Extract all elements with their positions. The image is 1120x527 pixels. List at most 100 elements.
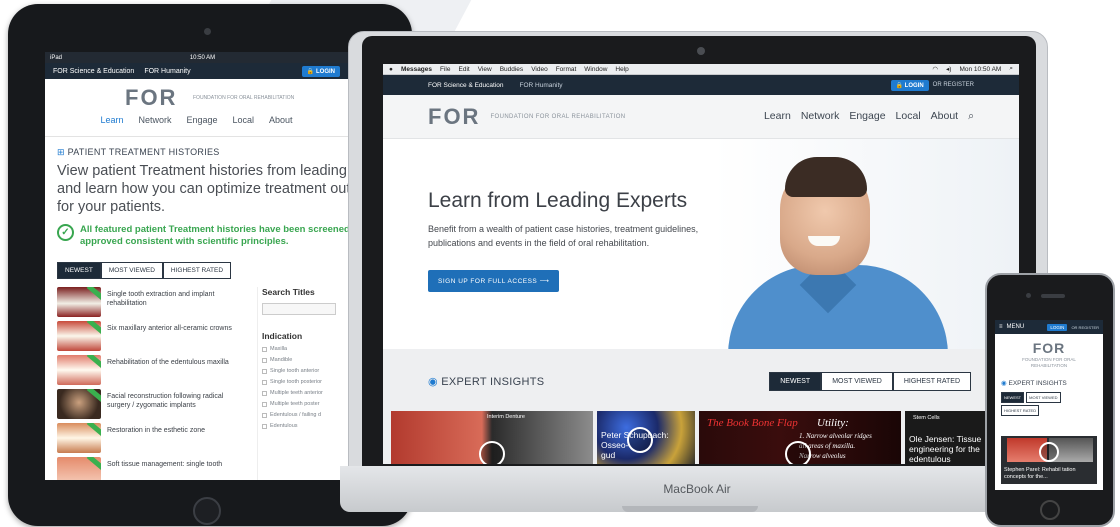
iphone-speaker bbox=[1041, 294, 1065, 298]
video-card[interactable]: Peter Schupbach: Osseo- gud bbox=[597, 411, 695, 464]
for-logo[interactable]: FOR bbox=[428, 104, 480, 130]
tab-most-viewed[interactable]: MOST VIEWED bbox=[100, 262, 163, 279]
site-link-science[interactable]: FOR Science & Education bbox=[53, 68, 134, 75]
register-link[interactable]: OR REGISTER bbox=[1071, 325, 1099, 330]
case-thumbnail bbox=[57, 389, 101, 419]
hero-banner: Learn from Leading Experts Benefit from … bbox=[383, 139, 1019, 355]
spotlight-search-icon[interactable]: ⌕ bbox=[1009, 65, 1013, 73]
filter-checkbox[interactable]: Edentulous / failing d bbox=[262, 412, 336, 418]
menu-video[interactable]: Video bbox=[531, 66, 548, 73]
ipad-home-button[interactable] bbox=[193, 497, 221, 525]
case-thumbnail bbox=[57, 355, 101, 385]
tab-most-viewed[interactable]: MOST VIEWED bbox=[1026, 392, 1061, 403]
menubar-clock[interactable]: Mon 10:50 AM bbox=[959, 66, 1001, 73]
search-titles-label: Search Titles bbox=[262, 287, 315, 297]
nav-local[interactable]: Local bbox=[233, 115, 255, 125]
hero-body: Benefit from a wealth of patient case hi… bbox=[428, 224, 699, 248]
iphone-home-button[interactable] bbox=[1040, 500, 1060, 520]
volume-icon[interactable]: ◂) bbox=[946, 65, 951, 73]
filter-checkbox[interactable]: Multiple teeth anterior bbox=[262, 390, 336, 396]
tab-most-viewed[interactable]: MOST VIEWED bbox=[821, 372, 893, 391]
search-icon[interactable]: ⌕ bbox=[968, 110, 974, 123]
menu-format[interactable]: Format bbox=[556, 66, 577, 73]
menu-file[interactable]: File bbox=[440, 66, 450, 73]
filter-checkbox[interactable]: Maxilla bbox=[262, 346, 336, 352]
login-button[interactable]: LOGIN bbox=[1047, 323, 1068, 331]
search-titles-input[interactable] bbox=[262, 303, 336, 315]
card-book-title: The Book Bone Flap bbox=[707, 417, 798, 429]
app-menu[interactable]: Messages bbox=[401, 66, 432, 73]
nav-about[interactable]: About bbox=[269, 115, 293, 125]
nav-learn[interactable]: Learn bbox=[764, 110, 791, 123]
site-topbar: FOR Science & Education FOR Humanity 🔒 L… bbox=[45, 63, 348, 79]
play-icon[interactable] bbox=[479, 441, 505, 464]
case-title: Six maxillary anterior all-ceramic crown… bbox=[107, 325, 232, 332]
menu-window[interactable]: Window bbox=[584, 66, 607, 73]
insights-title: ◉ EXPERT INSIGHTS bbox=[428, 375, 544, 388]
for-logo[interactable]: FOR bbox=[125, 85, 177, 111]
video-card[interactable]: Interim Denture bbox=[391, 411, 593, 464]
nav-learn[interactable]: Learn bbox=[100, 115, 123, 125]
insights-tabs: NEWEST MOST VIEWED HIGHEST RATED bbox=[769, 372, 971, 391]
case-title: Facial reconstruction following radical … bbox=[107, 393, 224, 409]
filter-checkbox[interactable]: Edentulous bbox=[262, 423, 336, 429]
signup-button[interactable]: SIGN UP FOR FULL ACCESS ⟶ bbox=[428, 270, 560, 292]
list-item[interactable]: Single tooth extraction and implant reha… bbox=[57, 287, 243, 321]
site-link-humanity[interactable]: FOR Humanity bbox=[520, 82, 563, 89]
register-link[interactable]: OR REGISTER bbox=[933, 82, 974, 88]
tab-newest[interactable]: NEWEST bbox=[57, 262, 101, 279]
menu-help[interactable]: Help bbox=[615, 66, 628, 73]
macbook-brand-label: MacBook Air bbox=[663, 482, 731, 496]
play-icon[interactable] bbox=[1039, 442, 1059, 462]
play-icon[interactable] bbox=[785, 441, 811, 464]
tab-newest[interactable]: NEWEST bbox=[769, 372, 822, 391]
menu-edit[interactable]: Edit bbox=[459, 66, 470, 73]
menu-label[interactable]: MENU bbox=[1007, 324, 1025, 330]
list-item[interactable]: Six maxillary anterior all-ceramic crown… bbox=[57, 321, 243, 355]
card-utility: Utility: bbox=[817, 417, 849, 429]
list-item[interactable]: Facial reconstruction following radical … bbox=[57, 389, 243, 423]
video-card[interactable]: Stephen Parel: Rehabil tation concepts f… bbox=[1001, 436, 1097, 484]
logo-subtitle: FOUNDATION FOR ORAL REHABILITATION bbox=[193, 95, 295, 101]
nav-network[interactable]: Network bbox=[138, 115, 171, 125]
history-list: Single tooth extraction and implant reha… bbox=[57, 287, 243, 480]
eye-icon: ◉ bbox=[1001, 380, 1007, 387]
ipad-screen: iPad 10:50 AM FOR Science & Education FO… bbox=[45, 52, 348, 480]
login-label: LOGIN bbox=[904, 82, 924, 89]
device-showcase: iPad 10:50 AM FOR Science & Education FO… bbox=[0, 0, 1120, 527]
tab-newest[interactable]: NEWEST bbox=[1001, 392, 1025, 403]
nav-local[interactable]: Local bbox=[896, 110, 921, 123]
menu-buddies[interactable]: Buddies bbox=[500, 66, 524, 73]
site-link-science[interactable]: FOR Science & Education bbox=[428, 82, 504, 89]
filter-checkbox[interactable]: Single tooth anterior bbox=[262, 368, 336, 374]
login-button[interactable]: 🔒 LOGIN bbox=[301, 65, 340, 77]
nav-about[interactable]: About bbox=[931, 110, 958, 123]
tab-highest-rated[interactable]: HIGHEST RATED bbox=[892, 372, 971, 391]
site-link-humanity[interactable]: FOR Humanity bbox=[144, 68, 190, 75]
approval-note: ✓ All featured patient Treatment histori… bbox=[57, 224, 348, 248]
list-item[interactable]: Soft tissue management: single tooth bbox=[57, 457, 243, 480]
nav-engage[interactable]: Engage bbox=[849, 110, 885, 123]
page-body: ⊞ PATIENT TREATMENT HISTORIES View patie… bbox=[45, 137, 348, 480]
tab-highest-rated[interactable]: HIGHEST RATED bbox=[162, 262, 232, 279]
list-item[interactable]: Rehabilitation of the edentulous maxilla bbox=[57, 355, 243, 389]
hamburger-icon[interactable]: ≡ bbox=[999, 324, 1003, 330]
ipad-camera bbox=[204, 28, 211, 35]
check-circle-icon: ✓ bbox=[57, 224, 74, 241]
filter-checkbox[interactable]: Multiple teeth poster bbox=[262, 401, 336, 407]
list-item[interactable]: Restoration in the esthetic zone bbox=[57, 423, 243, 457]
menu-view[interactable]: View bbox=[478, 66, 492, 73]
apple-icon[interactable]: ● bbox=[389, 66, 393, 73]
nav-engage[interactable]: Engage bbox=[186, 115, 217, 125]
filter-checkbox[interactable]: Single tooth posterior bbox=[262, 379, 336, 385]
filter-checkbox[interactable]: Mandible bbox=[262, 357, 336, 363]
wifi-icon[interactable]: ◠ bbox=[932, 65, 938, 73]
video-card[interactable]: The Book Bone Flap Utility: 1. Narrow al… bbox=[699, 411, 901, 464]
section-title-text: PATIENT TREATMENT HISTORIES bbox=[67, 147, 220, 157]
insights-tabs: NEWEST MOST VIEWED HIGHEST RATED bbox=[1001, 392, 1081, 416]
card-tag: Interim Denture bbox=[487, 414, 525, 420]
tab-highest-rated[interactable]: HIGHEST RATED bbox=[1001, 405, 1040, 416]
nav-network[interactable]: Network bbox=[801, 110, 840, 123]
login-button[interactable]: 🔒 LOGIN bbox=[890, 79, 929, 91]
for-logo[interactable]: FOR bbox=[995, 340, 1103, 356]
